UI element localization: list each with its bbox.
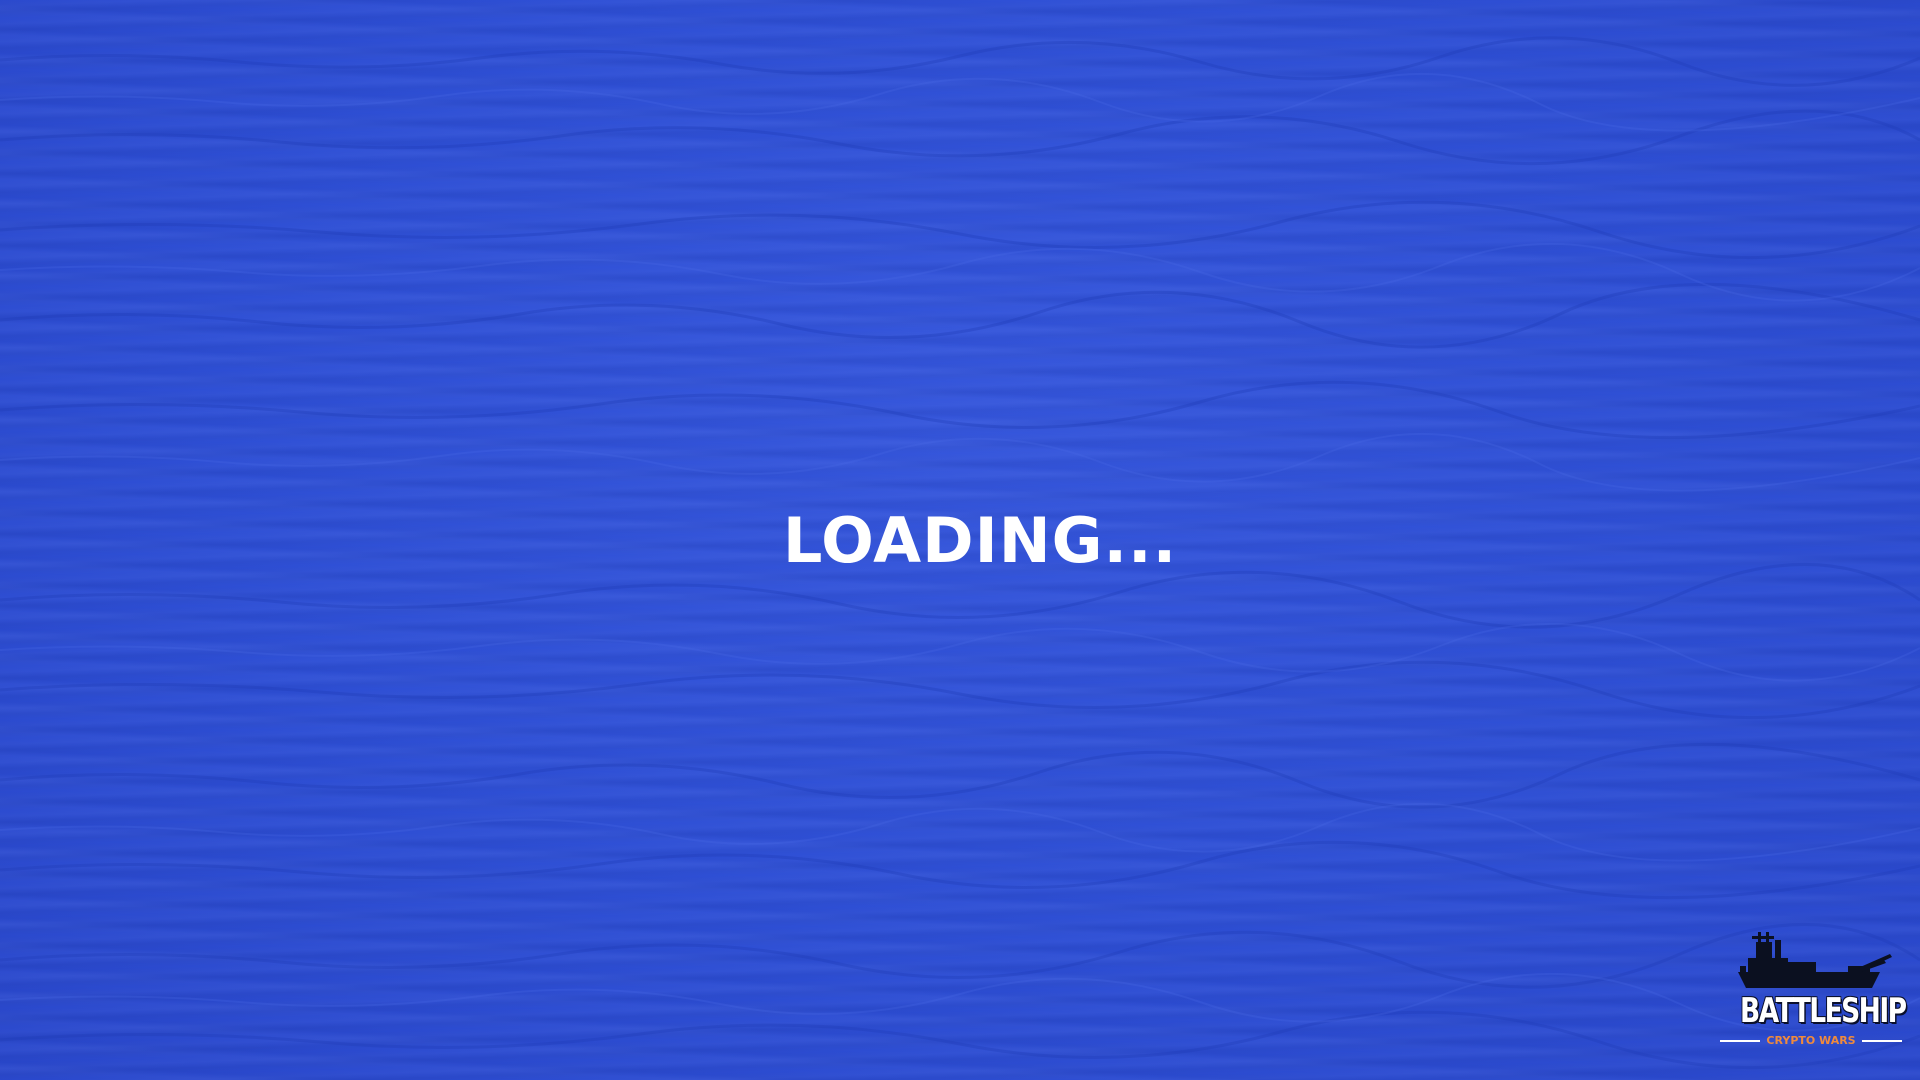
loading-screen: LOADING... BATTLESHIP CRYPTO WARS: [0, 0, 1920, 1080]
loading-text: LOADING...: [782, 504, 1178, 577]
logo-title: BATTLESHIP: [1740, 991, 1907, 1031]
logo-divider-right: [1861, 1040, 1903, 1042]
battleship-icon: [1738, 932, 1892, 988]
battleship-logo: BATTLESHIP CRYPTO WARS: [1720, 930, 1907, 1052]
logo-divider-left: [1720, 1040, 1761, 1042]
logo-subtitle-row: CRYPTO WARS: [1720, 1033, 1903, 1049]
logo-subtitle: CRYPTO WARS: [1766, 1034, 1856, 1047]
